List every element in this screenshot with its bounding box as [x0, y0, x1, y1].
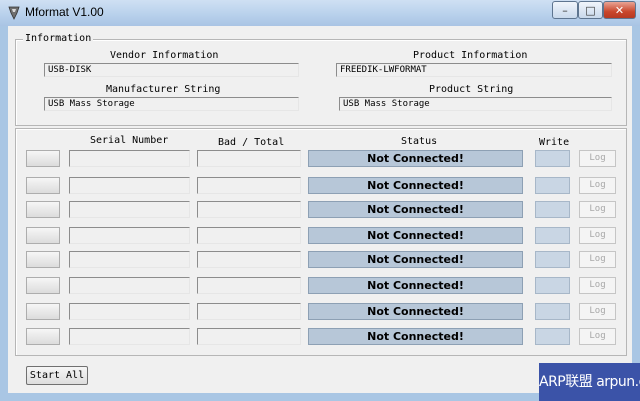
status-indicator: Not Connected! — [308, 277, 523, 294]
write-progress — [535, 177, 570, 194]
log-button[interactable]: Log — [579, 177, 616, 194]
port-button[interactable] — [26, 251, 60, 268]
serial-number-field[interactable] — [69, 201, 190, 218]
title-bar[interactable]: Mformat V1.00 – □ ✕ — [0, 0, 640, 26]
app-icon — [8, 6, 20, 20]
serial-number-field[interactable] — [69, 303, 190, 320]
log-button[interactable]: Log — [579, 251, 616, 268]
information-group: Information Vendor Information USB-DISK … — [15, 33, 627, 126]
window-title: Mformat V1.00 — [25, 5, 104, 19]
write-progress — [535, 227, 570, 244]
bad-total-field[interactable] — [197, 201, 301, 218]
device-row: Not Connected! Log — [8, 227, 632, 245]
status-indicator: Not Connected! — [308, 150, 523, 167]
bad-total-field[interactable] — [197, 150, 301, 167]
log-button[interactable]: Log — [579, 328, 616, 345]
minimize-button[interactable]: – — [552, 1, 578, 19]
watermark-logo: ARP联盟 arpun.com — [539, 363, 640, 401]
status-indicator: Not Connected! — [308, 201, 523, 218]
serial-number-field[interactable] — [69, 277, 190, 294]
bad-total-field[interactable] — [197, 277, 301, 294]
window-client-area: Information Vendor Information USB-DISK … — [8, 26, 632, 393]
bad-total-header: Bad / Total — [218, 137, 285, 148]
status-indicator: Not Connected! — [308, 328, 523, 345]
maximize-button[interactable]: □ — [578, 1, 603, 19]
bad-total-field[interactable] — [197, 251, 301, 268]
port-button[interactable] — [26, 201, 60, 218]
write-header: Write — [539, 137, 570, 148]
manufacturer-string-label: Manufacturer String — [106, 84, 221, 95]
bad-total-field[interactable] — [197, 328, 301, 345]
vendor-info-label: Vendor Information — [110, 50, 219, 61]
serial-number-field[interactable] — [69, 177, 190, 194]
write-progress — [535, 251, 570, 268]
log-button[interactable]: Log — [579, 227, 616, 244]
vendor-info-field[interactable]: USB-DISK — [44, 63, 299, 77]
device-row: Not Connected! Log — [8, 251, 632, 269]
log-button[interactable]: Log — [579, 303, 616, 320]
log-button[interactable]: Log — [579, 201, 616, 218]
serial-number-header: Serial Number — [90, 135, 169, 146]
log-button[interactable]: Log — [579, 277, 616, 294]
bad-total-field[interactable] — [197, 227, 301, 244]
port-button[interactable] — [26, 150, 60, 167]
status-header: Status — [401, 136, 438, 147]
information-group-label: Information — [23, 33, 94, 44]
bad-total-field[interactable] — [197, 177, 301, 194]
product-info-label: Product Information — [413, 50, 528, 61]
device-row: Not Connected! Log — [8, 201, 632, 219]
port-button[interactable] — [26, 303, 60, 320]
status-indicator: Not Connected! — [308, 251, 523, 268]
device-row: Not Connected! Log — [8, 277, 632, 295]
device-row: Not Connected! Log — [8, 150, 632, 168]
write-progress — [535, 150, 570, 167]
port-button[interactable] — [26, 177, 60, 194]
port-button[interactable] — [26, 328, 60, 345]
status-indicator: Not Connected! — [308, 177, 523, 194]
start-all-button[interactable]: Start All — [26, 366, 88, 385]
bad-total-field[interactable] — [197, 303, 301, 320]
product-string-field[interactable]: USB Mass Storage — [339, 97, 612, 111]
write-progress — [535, 328, 570, 345]
serial-number-field[interactable] — [69, 227, 190, 244]
device-row: Not Connected! Log — [8, 328, 632, 346]
write-progress — [535, 303, 570, 320]
product-info-field[interactable]: FREEDIK-LWFORMAT — [336, 63, 612, 77]
serial-number-field[interactable] — [69, 251, 190, 268]
device-row: Not Connected! Log — [8, 177, 632, 195]
device-row: Not Connected! Log — [8, 303, 632, 321]
port-button[interactable] — [26, 227, 60, 244]
write-progress — [535, 277, 570, 294]
manufacturer-string-field[interactable]: USB Mass Storage — [44, 97, 299, 111]
port-button[interactable] — [26, 277, 60, 294]
status-indicator: Not Connected! — [308, 303, 523, 320]
log-button[interactable]: Log — [579, 150, 616, 167]
serial-number-field[interactable] — [69, 150, 190, 167]
close-button[interactable]: ✕ — [603, 1, 636, 19]
product-string-label: Product String — [429, 84, 514, 95]
write-progress — [535, 201, 570, 218]
serial-number-field[interactable] — [69, 328, 190, 345]
status-indicator: Not Connected! — [308, 227, 523, 244]
